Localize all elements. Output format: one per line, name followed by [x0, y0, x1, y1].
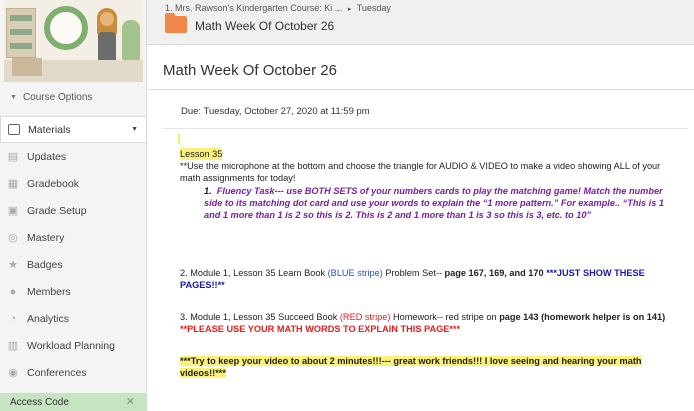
sidebar-item-label: Members	[27, 285, 71, 298]
item3-page: page 143	[499, 312, 539, 322]
sidebar-item-label: Conferences	[27, 366, 87, 379]
sidebar: ▼ Course Options Materials ▼ ▤ Updates ▦…	[0, 0, 147, 411]
breadcrumb-course-link[interactable]: 1. Mrs. Rawson's Kindergarten Course: Ki…	[165, 3, 342, 13]
gradebook-icon: ▦	[7, 178, 19, 190]
analytics-icon: ◔	[9, 312, 17, 325]
breadcrumb: 1. Mrs. Rawson's Kindergarten Course: Ki…	[165, 3, 391, 13]
page-title: Math Week Of October 26	[163, 62, 337, 79]
caret-down-icon: ▼	[10, 94, 17, 101]
sidebar-item-label: Updates	[27, 150, 67, 163]
lesson-label: Lesson 35	[180, 148, 223, 160]
sidebar-item-label: Workload Planning	[27, 339, 115, 352]
fluency-task: 1. Fluency Task--- use BOTH SETS of your…	[180, 185, 680, 221]
item2-mid: Problem Set--	[382, 268, 445, 278]
fluency-number: 1.	[204, 186, 212, 196]
sidebar-item-materials[interactable]: Materials ▼	[0, 116, 147, 143]
sidebar-item-label: Gradebook	[27, 177, 79, 190]
badges-icon: ★	[8, 259, 18, 271]
intro-text: **Use the microphone at the bottom and c…	[180, 161, 661, 183]
course-image[interactable]	[4, 0, 143, 82]
due-date: Due: Tuesday, October 27, 2020 at 11:59 …	[181, 106, 370, 117]
sidebar-item-badges[interactable]: ★ Badges	[0, 251, 147, 278]
folder-icon	[165, 13, 187, 33]
close-icon[interactable]: ✕	[126, 395, 135, 408]
sidebar-item-conferences[interactable]: ◉ Conferences	[0, 359, 147, 386]
item2-prefix: 2. Module 1, Lesson 35 Learn Book	[180, 268, 328, 278]
folder-title[interactable]: Math Week Of October 26	[195, 19, 334, 33]
item2-pages: page 167, 169, and 170	[444, 268, 544, 278]
sidebar-item-label: Mastery	[27, 231, 65, 244]
conferences-icon: ◉	[8, 367, 18, 379]
sidebar-item-gradebook[interactable]: ▦ Gradebook	[0, 170, 147, 197]
breadcrumb-separator-icon: ▸	[347, 6, 352, 13]
sidebar-item-analytics[interactable]: ◔ Analytics	[0, 305, 147, 332]
item3-mid: Homework-- red stripe on	[390, 312, 500, 322]
access-code-label: Access Code	[10, 396, 69, 408]
closing-note: ***Try to keep your video to about 2 min…	[180, 356, 642, 378]
problem-set-item: 2. Module 1, Lesson 35 Learn Book (BLUE …	[180, 267, 680, 291]
assignment-card: Due: Tuesday, October 27, 2020 at 11:59 …	[147, 90, 694, 411]
access-code-bar[interactable]: Access Code ✕	[0, 393, 147, 411]
sidebar-item-label: Grade Setup	[27, 204, 87, 217]
course-options-label: Course Options	[22, 92, 93, 103]
updates-icon: ▤	[7, 151, 19, 163]
members-icon: ●	[9, 285, 17, 298]
breadcrumb-current-link[interactable]: Tuesday	[357, 3, 391, 13]
chevron-down-icon[interactable]: ▼	[131, 126, 138, 133]
divider	[163, 128, 688, 129]
item3-note: **PLEASE USE YOUR MATH WORDS TO EXPLAIN …	[180, 324, 461, 334]
workload-icon: ▥	[7, 340, 19, 352]
sidebar-item-label: Badges	[27, 258, 63, 271]
mastery-icon: ◎	[8, 232, 18, 244]
item3-prefix: 3. Module 1, Lesson 35 Succeed Book	[180, 312, 340, 322]
sidebar-item-updates[interactable]: ▤ Updates	[0, 143, 147, 170]
materials-icon	[7, 123, 21, 137]
sidebar-item-grade-setup[interactable]: ▣ Grade Setup	[0, 197, 147, 224]
header-bar: 1. Mrs. Rawson's Kindergarten Course: Ki…	[147, 0, 694, 45]
item3-helper: (homework helper is on 141)	[538, 312, 666, 322]
sidebar-nav: Materials ▼ ▤ Updates ▦ Gradebook ▣ Grad…	[0, 116, 147, 386]
sidebar-item-workload-planning[interactable]: ▥ Workload Planning	[0, 332, 147, 359]
sidebar-item-mastery[interactable]: ◎ Mastery	[0, 224, 147, 251]
assignment-body: Lesson 35 **Use the microphone at the bo…	[180, 148, 680, 379]
grade-setup-icon: ▣	[7, 205, 19, 217]
sidebar-item-members[interactable]: ● Members	[0, 278, 147, 305]
fluency-title: Fluency Task---	[216, 186, 284, 196]
text-cursor	[178, 134, 180, 144]
blue-stripe-label: (BLUE stripe)	[327, 268, 383, 278]
sidebar-item-label: Analytics	[27, 312, 70, 325]
red-stripe-label: (RED stripe)	[339, 312, 391, 322]
course-options-toggle[interactable]: ▼ Course Options	[10, 92, 92, 103]
homework-item: 3. Module 1, Lesson 35 Succeed Book (RED…	[180, 311, 680, 335]
sidebar-item-label: Materials	[28, 123, 71, 136]
